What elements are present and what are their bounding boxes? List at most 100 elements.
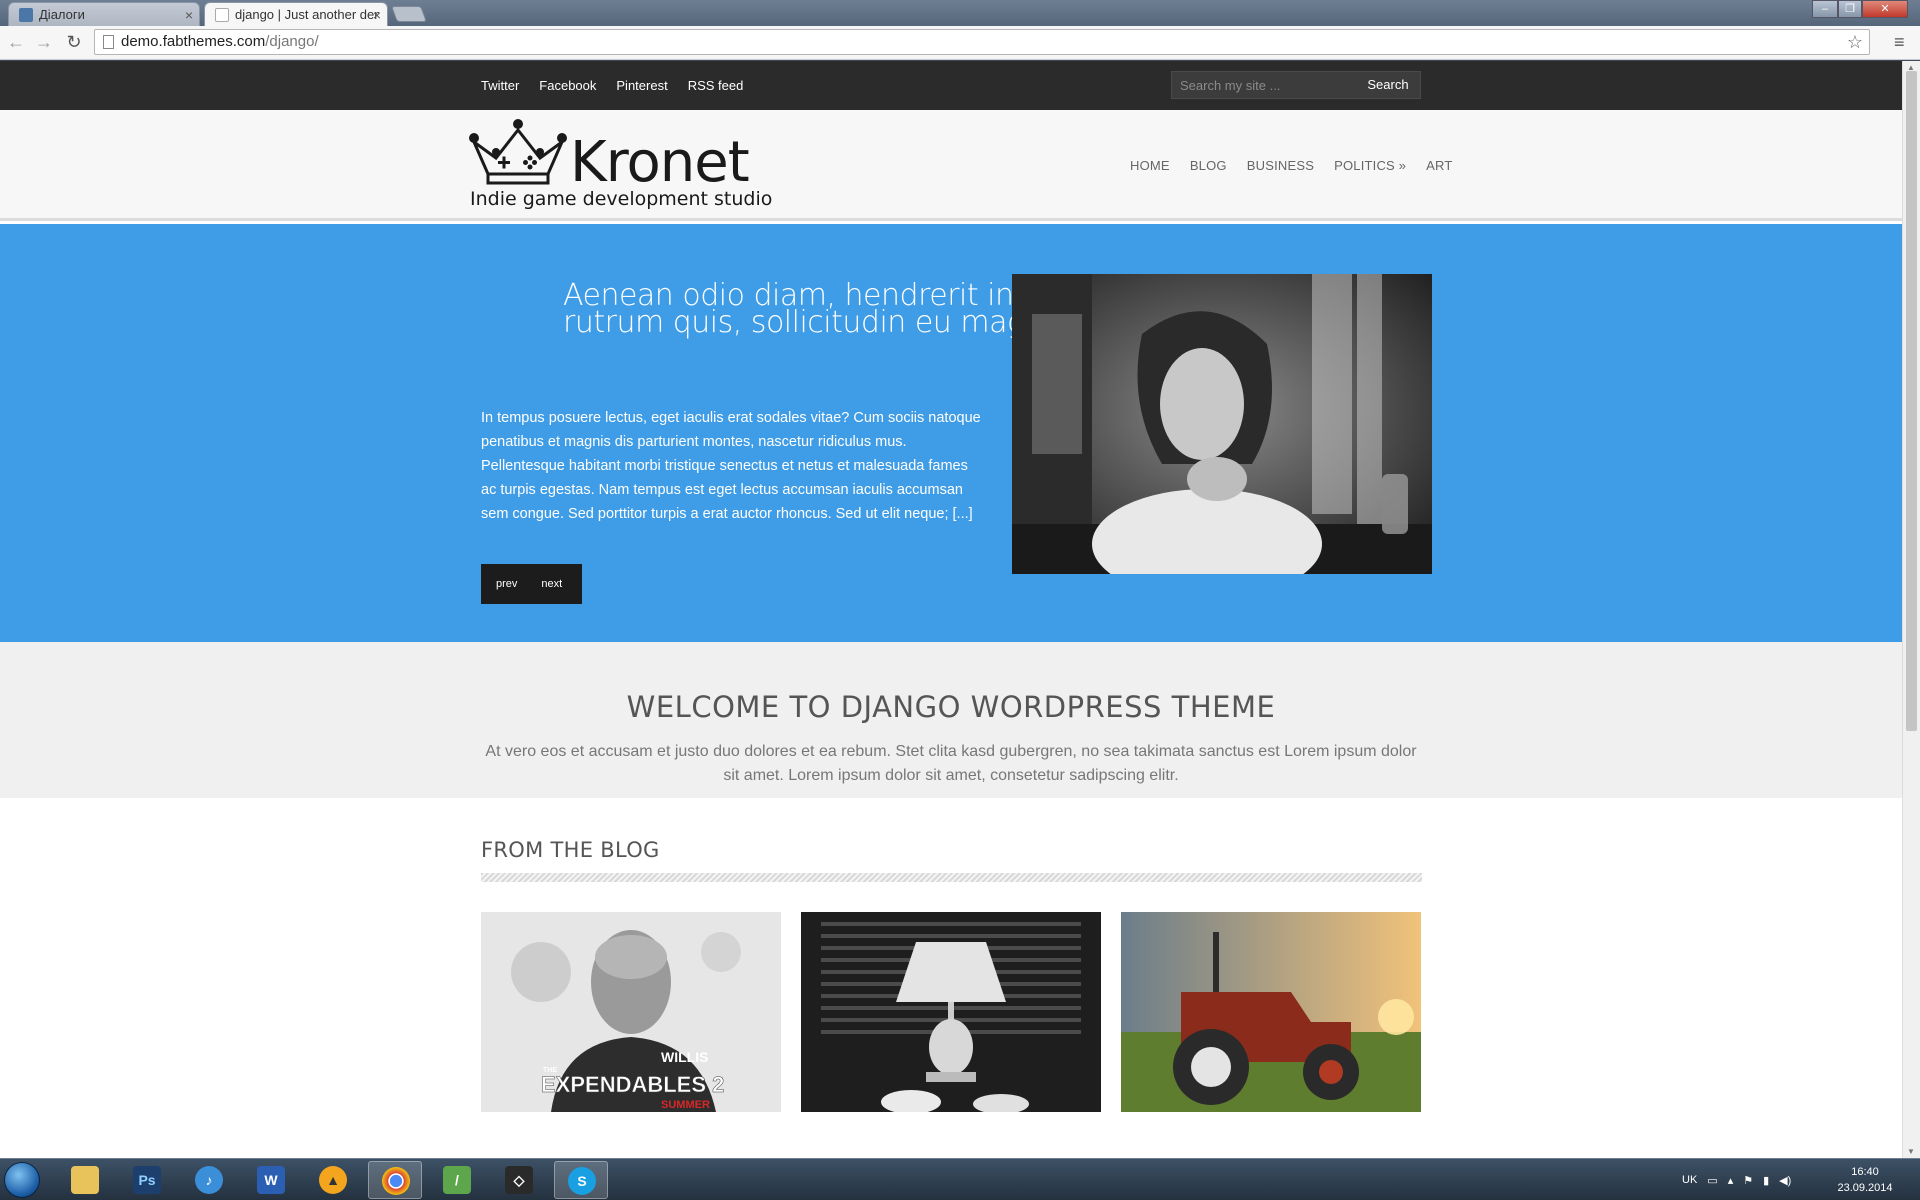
nav-business[interactable]: BUSINESS: [1247, 158, 1314, 173]
close-tab-icon[interactable]: ×: [185, 3, 193, 26]
section-divider: [481, 873, 1422, 882]
crown-gamepad-icon: [469, 119, 567, 185]
welcome-title: WELCOME TO DJANGO WORDPRESS THEME: [626, 690, 1276, 724]
search-input[interactable]: [1172, 72, 1362, 98]
facebook-link[interactable]: Facebook: [539, 78, 596, 93]
close-tab-icon[interactable]: ×: [373, 3, 381, 26]
address-bar[interactable]: demo.fabthemes.com/django/ ☆: [94, 29, 1870, 55]
blog-heading: FROM THE BLOG: [481, 838, 660, 862]
minimize-button[interactable]: –: [1812, 0, 1838, 18]
hero-slider: Aenean odio diam, hendrerit in rutrum qu…: [0, 224, 1902, 642]
social-links: Twitter Facebook Pinterest RSS feed: [481, 61, 743, 110]
nav-art[interactable]: ART: [1426, 158, 1452, 173]
site-header: Kronet Indie game development studio HOM…: [0, 110, 1902, 221]
scroll-down-arrow-icon[interactable]: ▼: [1907, 1147, 1915, 1156]
site-topbar: Twitter Facebook Pinterest RSS feed Sear…: [0, 61, 1902, 110]
page-icon: [103, 35, 114, 49]
tab-dialogs[interactable]: Діалоги ×: [8, 2, 200, 26]
twitter-link[interactable]: Twitter: [481, 78, 519, 93]
taskbar-skype[interactable]: S: [554, 1161, 608, 1199]
reload-icon[interactable]: ↻: [62, 30, 86, 54]
taskbar-aimp[interactable]: ▲: [306, 1161, 360, 1199]
unity-icon: ◇: [505, 1166, 533, 1194]
hero-excerpt: In tempus posuere lectus, eget iaculis e…: [481, 410, 981, 522]
poster-title: EXPENDABLES 2: [541, 1072, 724, 1097]
clock-date: 23.09.2014: [1837, 1182, 1893, 1194]
blog-thumb-expendables[interactable]: WILLIS THE EXPENDABLES 2 SUMMER: [481, 912, 781, 1112]
scrollbar-thumb[interactable]: [1906, 71, 1917, 731]
next-button[interactable]: next: [541, 578, 562, 590]
logo-tagline: Indie game development studio: [470, 188, 773, 210]
language-indicator[interactable]: UK: [1682, 1174, 1697, 1186]
site-search: Search: [1171, 71, 1421, 99]
tab-label: django | Just another dem: [235, 7, 379, 22]
leaf-app-icon: /: [443, 1166, 471, 1194]
browser-menu-icon[interactable]: ≡: [1894, 33, 1910, 51]
hero-title[interactable]: Aenean odio diam, hendrerit in rutrum qu…: [563, 281, 1083, 338]
tray-expand-icon[interactable]: ▴: [1728, 1174, 1734, 1187]
system-tray: UK ▭ ▴ ⚑ ▮ ◀): [1682, 1159, 1791, 1200]
rss-feed-link[interactable]: RSS feed: [688, 78, 744, 93]
action-center-flag-icon[interactable]: ⚑: [1743, 1174, 1753, 1187]
taskbar-app-green[interactable]: /: [430, 1161, 484, 1199]
browser-tab-strip: Діалоги × django | Just another dem × – …: [0, 0, 1920, 26]
tab-django[interactable]: django | Just another dem ×: [204, 2, 388, 26]
tractor-photo-image: [1121, 912, 1421, 1112]
nav-home[interactable]: HOME: [1130, 158, 1170, 173]
itunes-icon: ♪: [195, 1166, 223, 1194]
network-signal-icon[interactable]: ▮: [1763, 1174, 1769, 1187]
taskbar-itunes[interactable]: ♪: [182, 1161, 236, 1199]
main-navigation: HOME BLOG BUSINESS POLITICS » ART: [1130, 110, 1453, 221]
welcome-section: WELCOME TO DJANGO WORDPRESS THEME At ver…: [0, 642, 1902, 798]
bookmark-star-icon[interactable]: ☆: [1847, 30, 1863, 54]
poster-name: WILLIS: [661, 1049, 708, 1065]
search-button[interactable]: Search: [1356, 72, 1420, 98]
site-logo[interactable]: Kronet Indie game development studio: [468, 116, 772, 216]
skype-icon: S: [568, 1167, 596, 1195]
blog-thumb-tractor[interactable]: [1121, 912, 1421, 1112]
taskbar-clock[interactable]: 16:40 23.09.2014: [1830, 1164, 1900, 1196]
volume-icon[interactable]: ◀): [1779, 1174, 1791, 1187]
new-tab-button[interactable]: [391, 6, 427, 22]
keyboard-icon[interactable]: ▭: [1707, 1174, 1717, 1187]
aimp-icon: ▲: [319, 1166, 347, 1194]
blog-section: FROM THE BLOG WILLIS THE EXPENDABLES 2 S…: [0, 798, 1902, 1158]
url-path: /django/: [265, 33, 319, 50]
start-button[interactable]: [4, 1162, 40, 1198]
blog-thumb-lamp[interactable]: [801, 912, 1101, 1112]
url-text: demo.fabthemes.com/django/: [121, 30, 319, 54]
taskbar-chrome[interactable]: [368, 1161, 422, 1199]
poster-tagline: SUMMER: [661, 1099, 710, 1111]
photoshop-icon: Ps: [133, 1166, 161, 1194]
prev-button[interactable]: prev: [496, 578, 517, 590]
hero-photo[interactable]: [1012, 274, 1432, 574]
windows-taskbar: Ps ♪ W ▲ / ◇ S UK ▭ ▴ ⚑ ▮ ◀) 16:40 23.09…: [0, 1158, 1920, 1200]
back-arrow-icon[interactable]: ←: [4, 30, 28, 54]
nav-politics[interactable]: POLITICS »: [1334, 158, 1406, 173]
lamp-photo-image: [801, 912, 1101, 1112]
movie-poster-image: WILLIS THE EXPENDABLES 2 SUMMER: [481, 912, 781, 1112]
folder-icon: [71, 1166, 99, 1194]
page-viewport: Twitter Facebook Pinterest RSS feed Sear…: [0, 61, 1902, 1158]
clock-time: 16:40: [1851, 1166, 1879, 1178]
logo-brand-name: Kronet: [570, 130, 750, 195]
nav-blog[interactable]: BLOG: [1190, 158, 1227, 173]
maximize-button[interactable]: ❐: [1838, 0, 1862, 18]
taskbar-unity[interactable]: ◇: [492, 1161, 546, 1199]
taskbar-explorer[interactable]: [58, 1161, 112, 1199]
chrome-icon: [382, 1167, 410, 1195]
welcome-text: At vero eos et accusam et justo duo dolo…: [485, 743, 1417, 784]
vk-favicon-icon: [19, 8, 33, 22]
taskbar-photoshop[interactable]: Ps: [120, 1161, 174, 1199]
pinterest-link[interactable]: Pinterest: [616, 78, 667, 93]
hero-photo-graphic: [1012, 274, 1432, 574]
page-favicon-icon: [215, 8, 229, 22]
forward-arrow-icon[interactable]: →: [32, 30, 56, 54]
url-host: demo.fabthemes.com: [121, 33, 266, 50]
tab-label: Діалоги: [39, 7, 85, 22]
word-icon: W: [257, 1166, 285, 1194]
page-scrollbar[interactable]: ▲ ▼: [1902, 61, 1920, 1158]
taskbar-word[interactable]: W: [244, 1161, 298, 1199]
close-window-button[interactable]: ✕: [1862, 0, 1908, 18]
browser-toolbar: ← → ↻ demo.fabthemes.com/django/ ☆ ≡: [0, 26, 1920, 60]
